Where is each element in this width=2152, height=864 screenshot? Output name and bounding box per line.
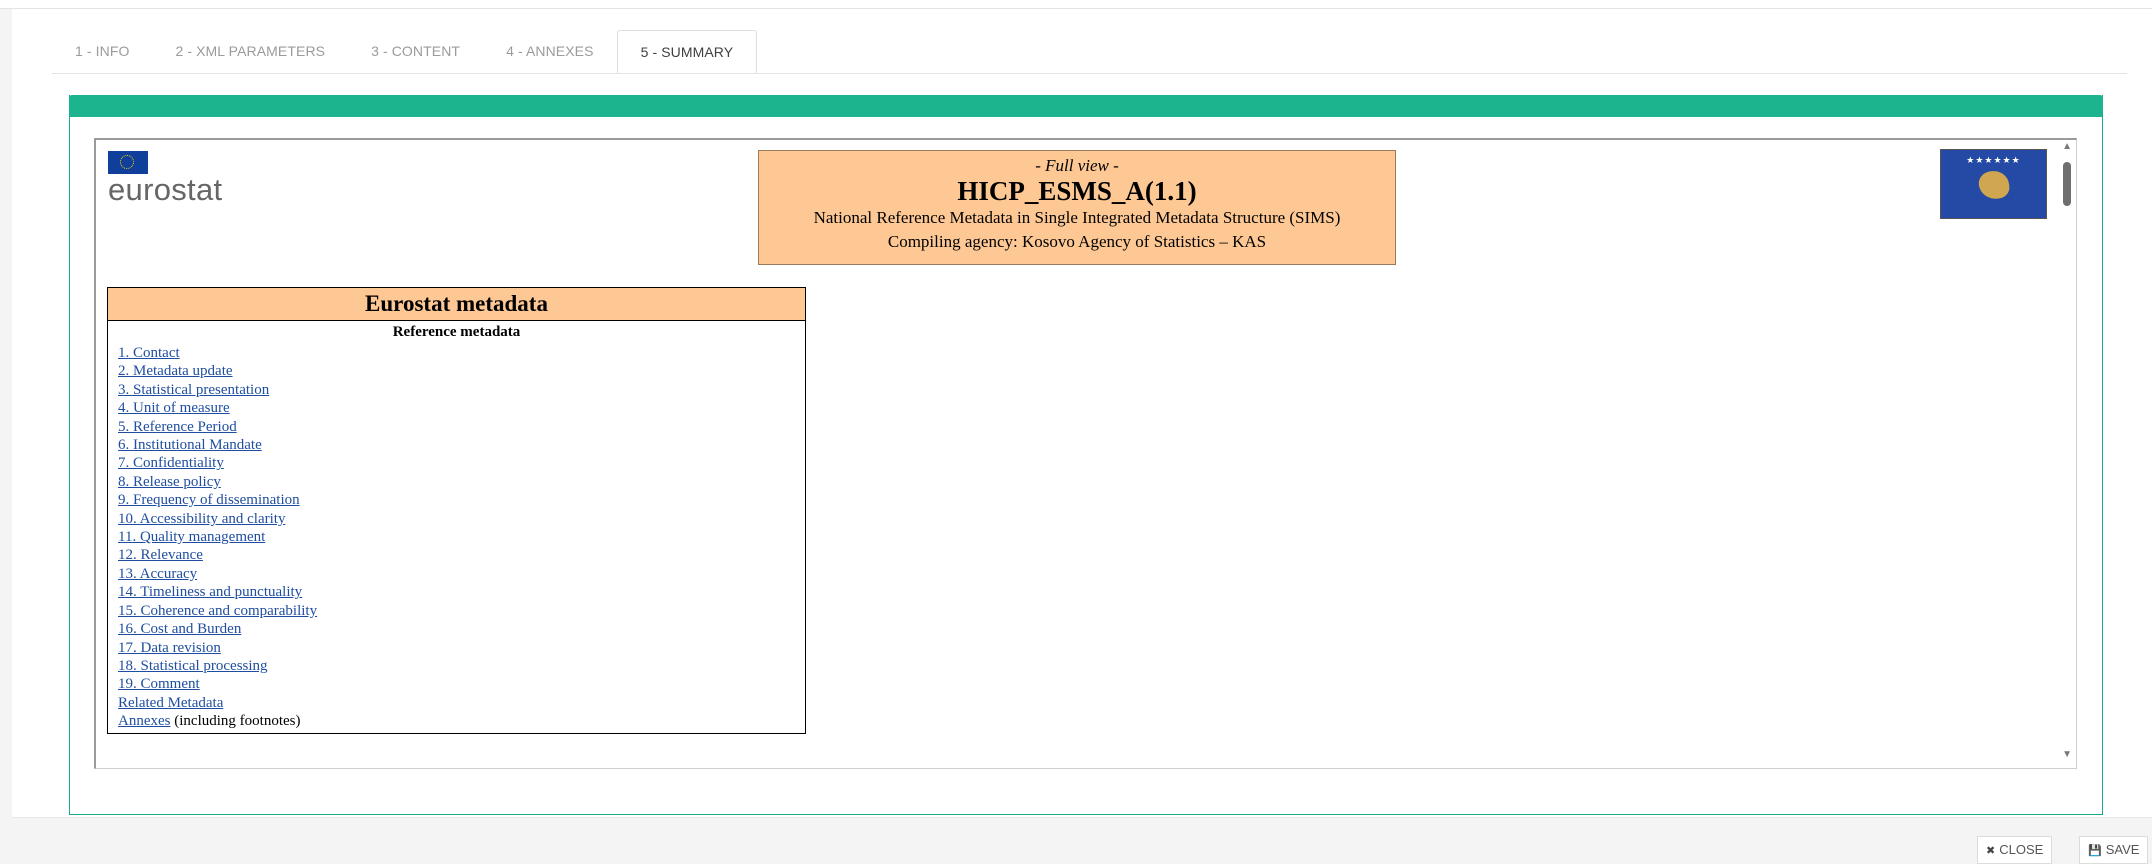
- metadata-index-subtitle: Reference metadata: [392, 324, 521, 340]
- scroll-thumb[interactable]: [2063, 162, 2071, 206]
- list-item: 18. Statistical processing: [118, 657, 805, 675]
- view-label: - Full view -: [1035, 156, 1119, 175]
- kosovo-flag-icon: ★★★★★★: [1940, 149, 2047, 219]
- scroll-up-arrow-icon[interactable]: ▲: [2062, 142, 2072, 152]
- list-item: 9. Frequency of dissemination: [118, 491, 805, 509]
- metadata-index: Eurostat metadata Reference metadata 1. …: [107, 287, 806, 734]
- tab-annexes[interactable]: 4 - ANNEXES: [483, 30, 616, 73]
- save-button[interactable]: 💾 SAVE: [2079, 836, 2149, 864]
- metadata-index-title: Eurostat metadata: [108, 288, 805, 321]
- list-item: 7. Confidentiality: [118, 454, 805, 472]
- tab-info[interactable]: 1 - INFO: [52, 30, 152, 73]
- report-title: HICP_ESMS_A(1.1): [957, 176, 1197, 206]
- save-label: SAVE: [2105, 842, 2140, 857]
- link-statistical-processing[interactable]: 18. Statistical processing: [118, 658, 268, 674]
- link-institutional-mandate[interactable]: 6. Institutional Mandate: [118, 437, 262, 453]
- tab-content[interactable]: 3 - CONTENT: [348, 30, 483, 73]
- list-item: 11. Quality management: [118, 528, 805, 546]
- list-item: 15. Coherence and comparability: [118, 602, 805, 620]
- link-release-policy[interactable]: 8. Release policy: [118, 474, 221, 490]
- link-annexes[interactable]: Annexes: [118, 713, 171, 729]
- list-item: 8. Release policy: [118, 473, 805, 491]
- tab-summary[interactable]: 5 - SUMMARY: [616, 30, 758, 74]
- list-item: 2. Metadata update: [118, 362, 805, 380]
- link-confidentiality[interactable]: 7. Confidentiality: [118, 455, 224, 471]
- scroll-down-arrow-icon[interactable]: ▼: [2062, 750, 2072, 760]
- list-item: 5. Reference Period: [118, 418, 805, 436]
- list-item: Annexes (including footnotes): [118, 712, 805, 730]
- compiling-agency: Compiling agency: Kosovo Agency of Stati…: [887, 232, 1267, 251]
- list-item: 10. Accessibility and clarity: [118, 510, 805, 528]
- link-cost-and-burden[interactable]: 16. Cost and Burden: [118, 621, 241, 637]
- list-item: 19. Comment: [118, 675, 805, 693]
- close-icon: ✖: [1986, 845, 1996, 857]
- link-relevance[interactable]: 12. Relevance: [118, 547, 203, 563]
- report-header: - Full view - HICP_ESMS_A(1.1) National …: [758, 150, 1396, 265]
- vertical-scrollbar[interactable]: ▲ ▼: [2058, 140, 2076, 768]
- link-metadata-update[interactable]: 2. Metadata update: [118, 363, 233, 379]
- flag-stars: ★★★★★★: [1966, 155, 2021, 165]
- link-statistical-presentation[interactable]: 3. Statistical presentation: [118, 382, 269, 398]
- list-item: 13. Accuracy: [118, 565, 805, 583]
- link-coherence-and-comparability[interactable]: 15. Coherence and comparability: [118, 603, 317, 619]
- link-accessibility-and-clarity[interactable]: 10. Accessibility and clarity: [118, 511, 285, 527]
- flag-map-shape: [1977, 169, 2011, 201]
- link-timeliness-and-punctuality[interactable]: 14. Timeliness and punctuality: [118, 584, 302, 600]
- link-unit-of-measure[interactable]: 4. Unit of measure: [118, 400, 230, 416]
- link-accuracy[interactable]: 13. Accuracy: [118, 566, 197, 582]
- link-data-revision[interactable]: 17. Data revision: [118, 640, 221, 656]
- close-button[interactable]: ✖ CLOSE: [1977, 836, 2053, 864]
- list-item: 12. Relevance: [118, 546, 805, 564]
- tab-divider: [52, 73, 2127, 74]
- link-quality-management[interactable]: 11. Quality management: [118, 529, 265, 545]
- list-item: 4. Unit of measure: [118, 399, 805, 417]
- link-related-metadata[interactable]: Related Metadata: [118, 695, 223, 711]
- list-item: 3. Statistical presentation: [118, 381, 805, 399]
- list-item: 6. Institutional Mandate: [118, 436, 805, 454]
- eu-flag-icon: [108, 151, 148, 174]
- list-item: 1. Contact: [118, 344, 805, 362]
- eurostat-logo: eurostat: [108, 172, 223, 207]
- link-reference-period[interactable]: 5. Reference Period: [118, 419, 237, 435]
- top-strip: [0, 0, 2152, 9]
- tab-bar: 1 - INFO 2 - XML PARAMETERS 3 - CONTENT …: [52, 30, 758, 74]
- metadata-preview-frame[interactable]: eurostat - Full view - HICP_ESMS_A(1.1) …: [94, 138, 2077, 769]
- save-icon: 💾: [2088, 845, 2102, 857]
- list-item: 16. Cost and Burden: [118, 620, 805, 638]
- tab-xml-parameters[interactable]: 2 - XML PARAMETERS: [152, 30, 348, 73]
- report-subtitle: National Reference Metadata in Single In…: [813, 208, 1341, 227]
- annexes-note: (including footnotes): [170, 713, 301, 730]
- list-item: 14. Timeliness and punctuality: [118, 583, 805, 601]
- link-frequency-of-dissemination[interactable]: 9. Frequency of dissemination: [118, 492, 300, 508]
- metadata-link-list: 1. Contact 2. Metadata update 3. Statist…: [118, 344, 805, 731]
- panel-accent-bar: [69, 95, 2103, 117]
- list-item: Related Metadata: [118, 694, 805, 712]
- link-comment[interactable]: 19. Comment: [118, 676, 200, 692]
- list-item: 17. Data revision: [118, 639, 805, 657]
- close-label: CLOSE: [1999, 842, 2044, 857]
- link-contact[interactable]: 1. Contact: [118, 345, 180, 361]
